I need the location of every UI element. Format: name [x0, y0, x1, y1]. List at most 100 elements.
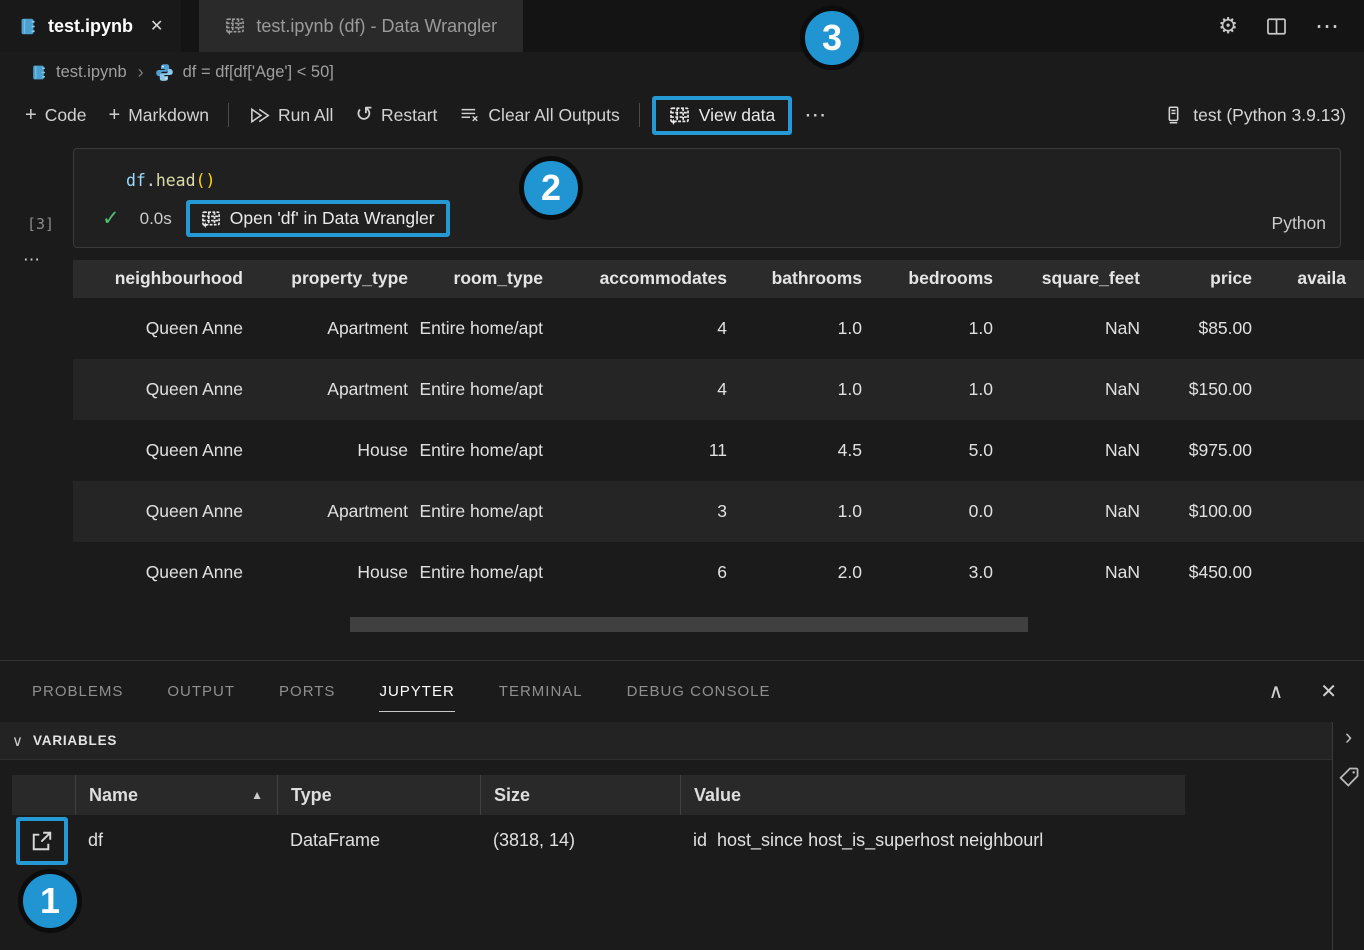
code-token-parens: (): [196, 171, 216, 190]
add-markdown-label: Markdown: [128, 105, 209, 126]
tab-data-wrangler[interactable]: test.ipynb (df) - Data Wrangler: [199, 0, 523, 52]
cell-value: NaN: [1003, 561, 1150, 584]
column-header: bathrooms: [737, 267, 872, 290]
add-code-button[interactable]: + Code: [14, 98, 98, 133]
kernel-label: test (Python 3.9.13): [1193, 105, 1346, 126]
plus-icon: +: [109, 104, 121, 127]
cell-value: $450.00: [1150, 561, 1260, 584]
open-df-in-data-wrangler-button[interactable]: Open 'df' in Data Wrangler: [186, 200, 450, 237]
cell-value: 11: [555, 439, 737, 462]
callout-badge-3: 3: [800, 6, 864, 70]
tab-output[interactable]: OUTPUT: [167, 672, 235, 712]
tab-terminal[interactable]: TERMINAL: [499, 672, 583, 712]
add-markdown-button[interactable]: + Markdown: [98, 98, 220, 133]
column-header: room_type: [418, 267, 555, 290]
clear-outputs-icon: [459, 106, 480, 124]
type-column-header[interactable]: Type: [277, 775, 480, 815]
view-data-label: View data: [699, 105, 776, 126]
variables-section-header[interactable]: ∨ VARIABLES: [0, 722, 1332, 760]
cell-value: 3: [555, 500, 737, 523]
cell-value: House: [253, 561, 418, 584]
table-row: Queen Anne Apartment Entire home/apt 4 1…: [73, 298, 1364, 359]
data-wrangler-icon: [225, 16, 245, 36]
cell-value: 4: [555, 317, 737, 340]
tab-bar-actions: ⚙ ⋯: [1218, 0, 1364, 52]
cell-value: 6: [555, 561, 737, 584]
cell-value: Queen Anne: [73, 378, 253, 401]
callout-badge-1: 1: [18, 869, 82, 933]
notebook-toolbar: + Code + Markdown Run All ↺ Restart Clea…: [0, 92, 1364, 138]
variable-row-df[interactable]: df DataFrame (3818, 14) id host_since ho…: [12, 815, 1332, 865]
kernel-icon: [1164, 105, 1183, 125]
cell-value: Apartment: [253, 317, 418, 340]
tab-ports[interactable]: PORTS: [279, 672, 335, 712]
chevron-right-icon[interactable]: ›: [1345, 724, 1352, 750]
restart-button[interactable]: ↺ Restart: [344, 99, 448, 132]
column-header: property_type: [253, 267, 418, 290]
show-variable-in-data-viewer-button[interactable]: [16, 817, 68, 865]
kernel-picker-button[interactable]: test (Python 3.9.13): [1164, 105, 1364, 126]
horizontal-scrollbar[interactable]: [350, 617, 1028, 632]
cell-value: 3.0: [872, 561, 1003, 584]
cell-value: Apartment: [253, 500, 418, 523]
cell-value: NaN: [1003, 378, 1150, 401]
code-token-df: df: [126, 171, 146, 190]
clear-all-outputs-button[interactable]: Clear All Outputs: [448, 99, 630, 132]
sort-ascending-icon: ▲: [251, 788, 263, 802]
cell-value: House: [253, 439, 418, 462]
dataframe-output: neighbourhood property_type room_type ac…: [73, 260, 1364, 603]
data-wrangler-icon: [201, 209, 221, 229]
cell-value: Queen Anne: [73, 561, 253, 584]
toolbar-more-icon[interactable]: ⋯: [792, 102, 838, 128]
run-all-label: Run All: [278, 105, 333, 126]
variable-type: DataFrame: [277, 830, 480, 851]
value-header-label: Value: [694, 785, 741, 806]
close-icon[interactable]: ✕: [150, 16, 163, 36]
cell-value: Entire home/apt: [418, 378, 555, 401]
split-editor-icon[interactable]: [1266, 16, 1287, 37]
tag-icon[interactable]: [1338, 766, 1360, 788]
size-header-label: Size: [494, 785, 530, 806]
view-data-button[interactable]: View data: [652, 96, 793, 135]
tab-jupyter[interactable]: JUPYTER: [379, 672, 454, 712]
toolbar-separator: [639, 103, 640, 127]
cell-value: Queen Anne: [73, 500, 253, 523]
open-in-data-wrangler-icon: [30, 829, 54, 853]
cell-value: 2.0: [737, 561, 872, 584]
more-actions-icon[interactable]: ⋯: [1315, 12, 1340, 41]
column-header: price: [1150, 267, 1260, 290]
size-column-header[interactable]: Size: [480, 775, 680, 815]
maximize-panel-icon[interactable]: ∧: [1269, 679, 1285, 704]
table-row: Queen Anne House Entire home/apt 11 4.5 …: [73, 420, 1364, 481]
breadcrumb-cell[interactable]: df = df[df['Age'] < 50]: [183, 63, 334, 82]
notebook-cell[interactable]: df.head() ✓ 0.0s Open 'df' in Data Wrang…: [73, 148, 1341, 248]
name-column-header[interactable]: Name ▲: [75, 775, 277, 815]
cell-code[interactable]: df.head(): [126, 171, 215, 190]
editor-tab-bar: test.ipynb ✕ test.ipynb (df) - Data Wran…: [0, 0, 1364, 52]
name-header-label: Name: [89, 785, 138, 806]
cell-value: NaN: [1003, 317, 1150, 340]
restart-icon: ↺: [355, 108, 373, 122]
cell-value: 4.5: [737, 439, 872, 462]
cell-value: Entire home/apt: [418, 317, 555, 340]
variable-value: id host_since host_is_superhost neighbou…: [680, 830, 1320, 851]
tab-problems[interactable]: PROBLEMS: [32, 672, 123, 712]
output-collapse-button[interactable]: ⋯: [23, 250, 42, 270]
tab-notebook[interactable]: test.ipynb ✕: [0, 0, 181, 52]
value-column-header[interactable]: Value: [680, 775, 1185, 815]
tab-debug-console[interactable]: DEBUG CONSOLE: [627, 672, 771, 712]
gear-icon[interactable]: ⚙: [1218, 13, 1238, 39]
cell-value: Queen Anne: [73, 317, 253, 340]
notebook-icon: [18, 17, 37, 36]
cell-value: Apartment: [253, 378, 418, 401]
breadcrumb-file[interactable]: test.ipynb: [56, 63, 127, 82]
cell-value: $100.00: [1150, 500, 1260, 523]
cell-value: NaN: [1003, 439, 1150, 462]
close-panel-icon[interactable]: ✕: [1320, 679, 1338, 704]
table-row: Queen Anne Apartment Entire home/apt 3 1…: [73, 481, 1364, 542]
cell-status-bar: ✓ 0.0s Open 'df' in Data Wrangler: [102, 200, 450, 237]
run-all-button[interactable]: Run All: [237, 99, 344, 132]
cell-language-picker[interactable]: Python: [1272, 213, 1326, 234]
breadcrumb: test.ipynb › df = df[df['Age'] < 50]: [0, 52, 1364, 92]
execution-time: 0.0s: [140, 209, 172, 229]
